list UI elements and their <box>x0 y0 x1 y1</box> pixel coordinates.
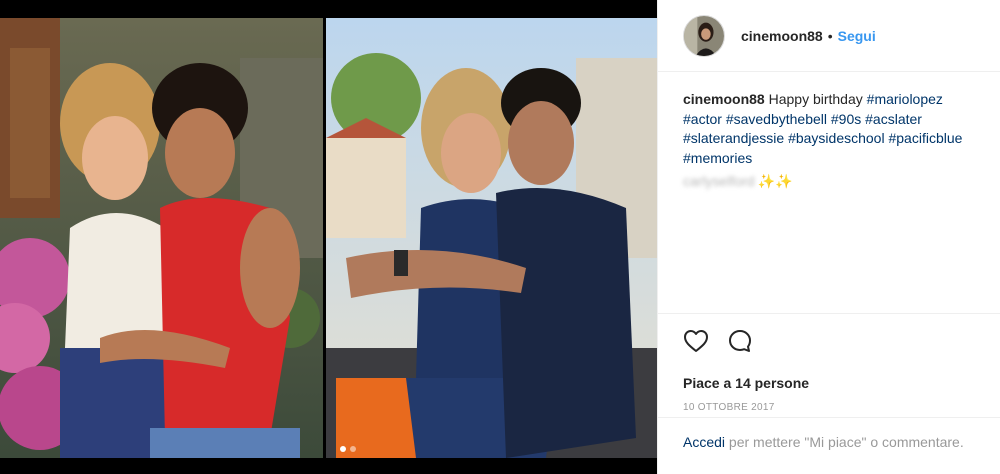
action-bar <box>683 326 1000 356</box>
post-media[interactable] <box>0 0 657 474</box>
caption-mention-line: carlyselford ✨✨ <box>683 172 980 192</box>
sparkles-icon: ✨✨ <box>757 173 793 189</box>
photo-right-image <box>326 18 657 458</box>
follow-button[interactable]: Segui <box>838 28 876 44</box>
avatar-image <box>684 15 724 56</box>
hashtag-link[interactable]: #actor <box>683 111 722 127</box>
username[interactable]: cinemoon88 <box>741 28 823 44</box>
likes-count[interactable]: Piace a 14 persone <box>683 375 1000 391</box>
carousel-dot-1[interactable] <box>340 446 346 452</box>
comment-icon[interactable] <box>727 328 753 354</box>
header-separator: • <box>827 27 833 44</box>
post-side-panel: cinemoon88 • Segui cinemoon88 Happy birt… <box>657 0 1000 474</box>
post-actions-section: Piace a 14 persone 10 OTTOBRE 2017 <box>658 313 1000 413</box>
hashtag-link[interactable]: #acslater <box>865 111 922 127</box>
post-date: 10 OTTOBRE 2017 <box>683 402 775 413</box>
hashtag-link[interactable]: #baysideschool <box>788 130 885 146</box>
hashtag-link[interactable]: #memories <box>683 150 752 166</box>
avatar[interactable] <box>683 14 725 57</box>
blurred-mention: carlyselford <box>683 173 755 189</box>
carousel-indicator <box>340 446 356 452</box>
photo-left-image <box>0 18 323 458</box>
login-link[interactable]: Accedi <box>683 434 725 450</box>
photo-left-90s <box>0 18 323 458</box>
post-header: cinemoon88 • Segui <box>658 0 1000 72</box>
login-prompt-text: per mettere "Mi piace" o commentare. <box>728 434 964 450</box>
heart-icon[interactable] <box>683 329 709 353</box>
photo-right-modern <box>326 18 657 458</box>
carousel-dot-2[interactable] <box>350 446 356 452</box>
hashtag-link[interactable]: #90s <box>831 111 861 127</box>
login-prompt: Accedi per mettere "Mi piace" o commenta… <box>658 417 1000 452</box>
hashtag-link[interactable]: #savedbythebell <box>726 111 827 127</box>
hashtag-link[interactable]: #mariolopez <box>867 91 943 107</box>
post-caption: cinemoon88 Happy birthday #mariolopez #a… <box>658 72 1000 314</box>
hashtag-link[interactable]: #pacificblue <box>888 130 962 146</box>
caption-username[interactable]: cinemoon88 <box>683 91 765 107</box>
hashtag-link[interactable]: #slaterandjessie <box>683 130 784 146</box>
caption-text: Happy birthday <box>768 91 863 107</box>
